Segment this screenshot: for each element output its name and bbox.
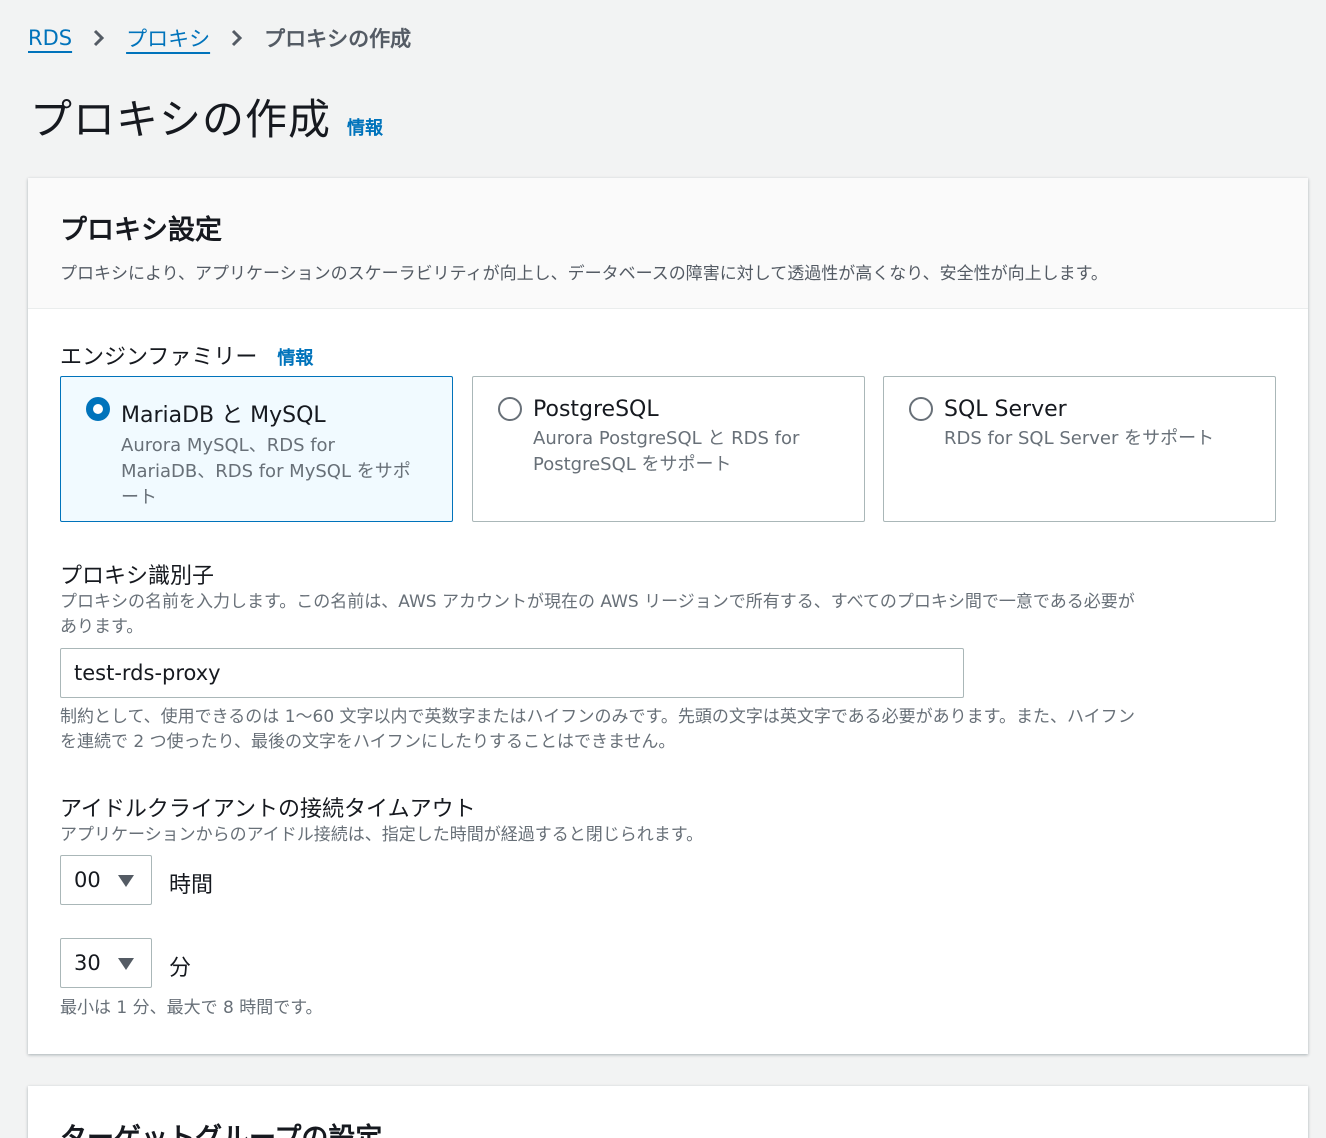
minutes-select-value: 30 [74,951,101,975]
caret-down-icon [118,875,134,887]
engine-option-sqlserver[interactable]: SQL Server RDS for SQL Server をサポート [883,376,1276,522]
engine-option-description: Aurora PostgreSQL と RDS for PostgreSQL を… [533,426,844,478]
hours-select-value: 00 [74,868,101,892]
proxy-identifier-constraint: 制約として、使用できるのは 1〜60 文字以内で英数字またはハイフンのみです。先… [60,705,1290,755]
proxy-identifier-label: プロキシ識別子 [60,564,215,589]
desc-line: Aurora PostgreSQL と RDS for [533,428,800,449]
desc-line: ート [121,487,157,508]
breadcrumb-current: プロキシの作成 [264,27,412,51]
desc-line: を連続で 2 つ使ったり、最後の文字をハイフンにしたりすることはできません。 [60,732,676,752]
idle-timeout-constraint: 最小は 1 分、最大で 8 時間です。 [60,998,323,1018]
engine-option-postgresql[interactable]: PostgreSQL Aurora PostgreSQL と RDS for P… [472,376,865,522]
hours-unit-label: 時間 [169,873,214,898]
desc-line: あります。 [60,617,144,637]
idle-timeout-label: アイドルクライアントの接続タイムアウト [60,797,476,822]
chevron-right-icon [94,29,105,47]
desc-line: RDS for SQL Server をサポート [944,428,1215,449]
desc-line: MariaDB、RDS for MySQL をサポ [121,461,411,482]
engine-option-mysql[interactable]: MariaDB と MySQL Aurora MySQL、RDS for Mar… [60,376,453,522]
panel-header: プロキシ設定 プロキシにより、アプリケーションのスケーラビリティが向上し、データ… [28,178,1308,309]
engine-option-title: SQL Server [944,397,1067,422]
proxy-settings-panel: プロキシ設定 プロキシにより、アプリケーションのスケーラビリティが向上し、データ… [28,178,1308,1054]
engine-family-info-link[interactable]: 情報 [277,344,313,370]
desc-line: Aurora MySQL、RDS for [121,435,335,456]
radio-icon[interactable] [498,397,522,421]
minutes-select[interactable]: 30 [60,938,152,988]
radio-icon[interactable] [909,397,933,421]
breadcrumb-proxies[interactable]: プロキシ [126,23,210,53]
desc-line: 制約として、使用できるのは 1〜60 文字以内で英数字またはハイフンのみです。先… [60,707,1135,727]
desc-line: プロキシの名前を入力します。この名前は、AWS アカウントが現在の AWS リー… [60,592,1135,612]
chevron-right-icon [232,29,243,47]
engine-option-title: PostgreSQL [533,397,659,422]
engine-option-description: Aurora MySQL、RDS for MariaDB、RDS for MyS… [121,433,432,511]
hours-select[interactable]: 00 [60,855,152,905]
engine-family-label: エンジンファミリー 情報 [60,339,313,371]
breadcrumb-rds[interactable]: RDS [28,26,72,50]
minutes-unit-label: 分 [169,956,192,981]
desc-line: PostgreSQL をサポート [533,454,732,475]
breadcrumb: RDS プロキシ プロキシの作成 [28,22,411,54]
page-title: プロキシの作成 [30,95,332,144]
page-header: プロキシの作成 情報 [30,86,383,147]
panel-title: プロキシ設定 [60,215,222,246]
target-group-panel: ターゲットグループの設定 [28,1086,1308,1138]
engine-option-title: MariaDB と MySQL [121,403,326,428]
proxy-identifier-input[interactable]: test-rds-proxy [60,648,964,698]
engine-family-label-text: エンジンファミリー [60,345,258,370]
idle-timeout-description: アプリケーションからのアイドル接続は、指定した時間が経過すると閉じられます。 [60,825,704,845]
radio-selected-icon[interactable] [86,397,110,421]
caret-down-icon [118,958,134,970]
page-info-link[interactable]: 情報 [347,114,383,140]
panel-description: プロキシにより、アプリケーションのスケーラビリティが向上し、データベースの障害に… [60,264,1108,284]
proxy-identifier-description: プロキシの名前を入力します。この名前は、AWS アカウントが現在の AWS リー… [60,590,1280,640]
engine-option-description: RDS for SQL Server をサポート [944,426,1255,452]
target-group-title: ターゲットグループの設定 [28,1086,1308,1138]
